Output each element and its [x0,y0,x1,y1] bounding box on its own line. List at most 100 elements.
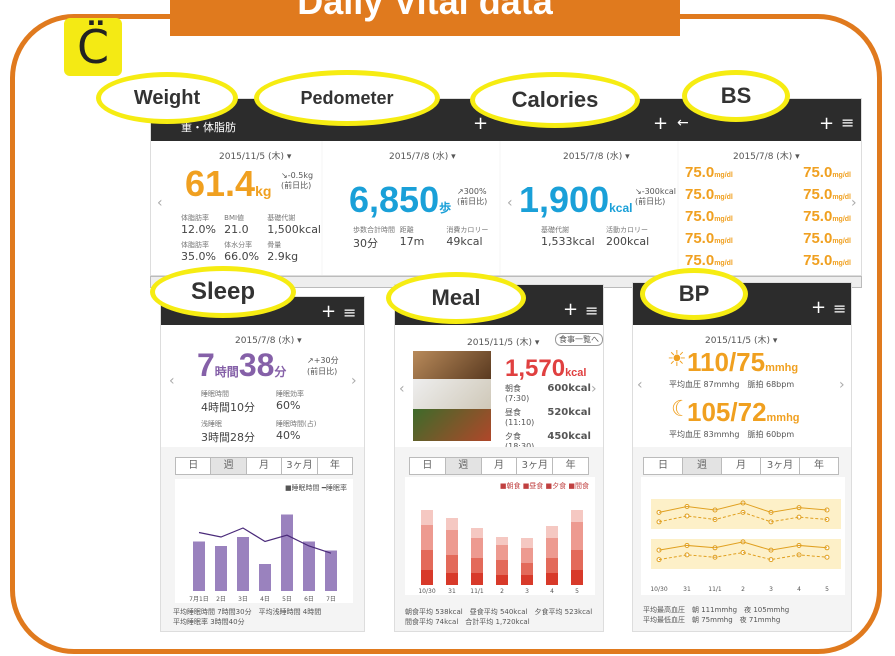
bs-panel: 2015/7/8 (木) ▾ › 75.0mg/dl 75.0mg/dl 75.0m… [679,141,861,275]
meal-bar [546,526,558,538]
meal-bar [546,573,558,585]
bp-morning-value: 110/75mmhg [687,347,799,377]
menu-icon[interactable]: ≡ [585,301,598,320]
meal-bar [496,537,508,545]
meal-item[interactable]: 朝食 (7:30) 600kcal [505,383,591,403]
sleep-screen: + ≡ 2015/7/8 (水) ▾ ‹ › 7時間38分 ↗+30分 (前日比) … [160,296,365,632]
meal-bar [521,538,533,548]
meal-photos [413,351,491,441]
meal-bar [521,563,533,575]
x-tick-label: 2 [741,586,745,593]
meal-bar [546,538,558,558]
sleep-bar [281,514,293,591]
bs-value: 75.0mg/dl [685,163,733,181]
menu-icon[interactable]: ≡ [343,303,356,322]
x-tick-label: 7日 [326,596,336,603]
label-bs: BS [682,70,790,122]
x-tick-label: 4 [550,588,554,595]
weight-value: 61.4kg [185,163,272,204]
add-icon[interactable]: + [811,297,826,318]
meal-bar [496,545,508,560]
x-tick-label: 6日 [304,596,314,603]
x-tick-label: 31 [448,588,456,595]
bp-band [651,539,841,569]
meal-bar [546,558,558,573]
x-tick-label: 3 [769,586,773,593]
meal-bar [571,550,583,570]
bs-value: 75.0mg/dl [803,163,851,181]
sun-icon: ☀ [667,347,687,372]
meal-list-button[interactable]: 食事一覧へ [555,333,603,346]
bs-value: 75.0mg/dl [803,251,851,269]
weight-stats: 体脂肪率 12.0% BMI値 21.0 基礎代謝 1,500kcal 体脂肪率 35.… [181,214,321,263]
add-icon[interactable]: + [819,113,834,134]
sleep-bar [259,564,271,591]
label-pedometer: Pedometer [254,70,440,126]
x-tick-label: 5 [825,586,829,593]
meal-value: 1,570kcal [505,355,587,382]
meal-bar [421,510,433,525]
meal-bar [571,570,583,585]
bp-screen: + ≡ 2015/11/5 (木) ▾ ‹ › ☀ 110/75mmhg 平均血圧… [632,282,852,632]
meal-bar [446,518,458,530]
weight-delta: ↘-0.5kg (前日比) [281,171,314,190]
x-tick-label: 3 [525,588,529,595]
meal-bar [421,570,433,585]
label-weight: Weight [96,72,238,124]
meal-bar [446,530,458,555]
meal-bar [471,573,483,585]
bp-period-tabs[interactable]: 日週月 3ヶ月年 [643,457,839,475]
pedometer-stats: 歩数合計時間 30分 距離 17m 消費カロリー 49kcal [353,226,489,250]
sleep-chart: ■睡眠時間 ━睡眠率 7月1日 2日 3日 4日 5日 6日 7日 [175,479,353,603]
weight-panel: 2015/11/5 (木) ▾ ‹ 61.4kg ↘-0.5kg (前日比) 体脂… [151,141,321,275]
sleep-bar [215,546,227,591]
bp-chart: 10/30 31 11/1 2 3 4 5 [641,477,845,595]
meal-chart: ■朝食 ■昼食 ■夕食 ■間食 10/30 31 11/1 2 3 4 5 [405,477,595,595]
meal-bar [421,550,433,570]
calories-value: 1,900kcal [519,179,633,220]
calories-stats: 基礎代謝 1,533kcal 活動カロリー 200kcal [541,226,650,248]
bs-value: 75.0mg/dl [803,207,851,225]
pedometer-panel: 2015/7/8 (水) ▾ 6,850歩 ↗300% (前日比) 歩数合計時間 3… [323,141,499,275]
x-tick-label: 7月1日 [189,596,209,603]
meal-bar [421,525,433,550]
meal-period-tabs[interactable]: 日週月 3ヶ月年 [409,457,589,475]
meal-bar [571,510,583,522]
meal-bar [471,558,483,573]
x-tick-label: 10/30 [650,586,667,593]
meal-bar [446,573,458,585]
x-tick-label: 5日 [282,596,292,603]
sleep-period-tabs[interactable]: 日週月 3ヶ月年 [175,457,353,475]
menu-icon[interactable]: ≡ [841,113,854,132]
bp-evening-value: 105/72mmhg [687,397,800,427]
sleep-bar [325,550,337,591]
sleep-bar [303,541,315,591]
app-logo: C̈ [64,18,122,76]
meal-bar [471,538,483,558]
meal-bar [571,522,583,550]
bs-value: 75.0mg/dl [685,229,733,247]
meal-bar [446,555,458,573]
bs-value: 75.0mg/dl [685,251,733,269]
meal-bar [471,528,483,538]
label-bp: BP [640,268,748,320]
meal-bar [521,548,533,563]
meal-bar [496,560,508,575]
x-tick-label: 5 [575,588,579,595]
label-calories: Calories [470,72,640,128]
add-icon[interactable]: + [563,299,578,320]
label-sleep: Sleep [150,266,296,318]
x-tick-label: 10/30 [418,588,435,595]
back-icon[interactable]: ← [677,115,689,131]
calories-panel: ‹ 2015/7/8 (水) ▾ 1,900kcal ↘-300kcal (前日比… [501,141,677,275]
menu-icon[interactable]: ≡ [833,299,846,318]
bs-values: 75.0mg/dl 75.0mg/dl 75.0mg/dl 75.0mg/dl 75.0… [685,161,851,271]
sleep-stats: 睡眠時間 4時間10分 睡眠効率 60% 浅睡眠 3時間28分 睡眠時間(占) 40% [201,390,317,444]
x-tick-label: 4日 [260,596,270,603]
x-tick-label: 11/1 [708,586,722,593]
add-icon[interactable]: + [321,301,336,322]
add-icon[interactable]: + [653,113,668,134]
sleep-bar [237,537,249,591]
meal-item[interactable]: 昼食 (11:10) 520kcal [505,407,591,427]
pedometer-value: 6,850歩 [349,179,452,220]
